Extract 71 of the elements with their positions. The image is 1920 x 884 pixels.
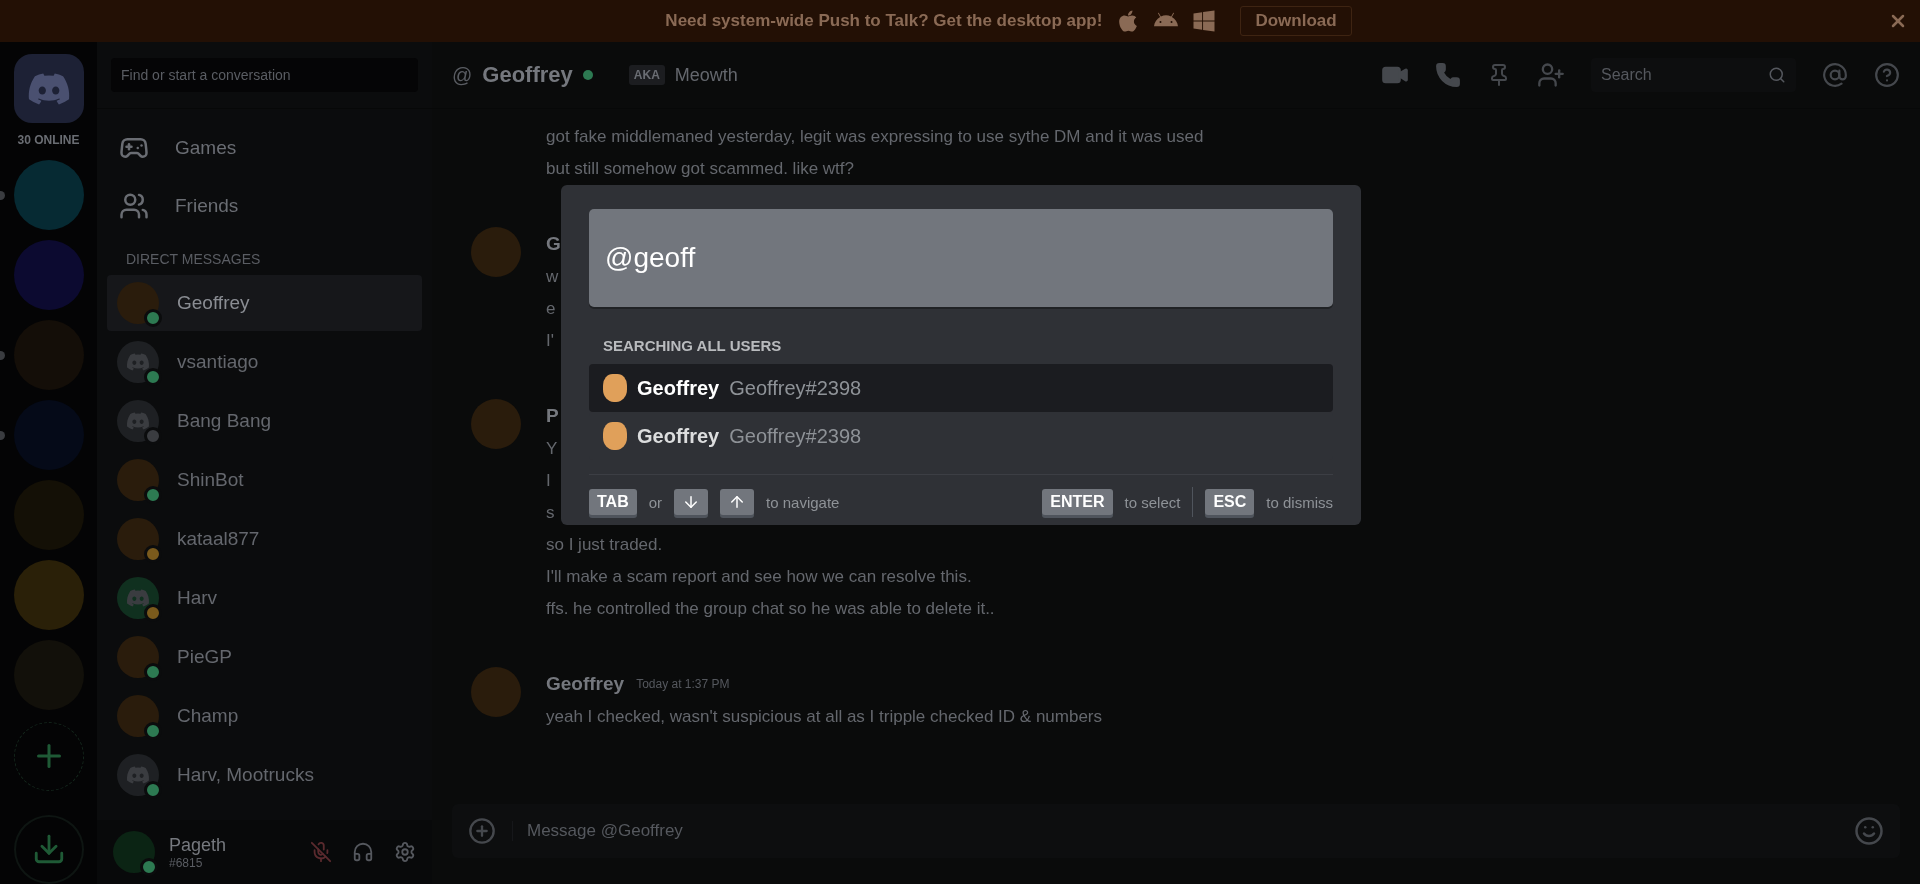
friends-icon bbox=[119, 191, 149, 221]
at-sign: @ bbox=[452, 63, 473, 87]
section-title: DIRECT MESSAGES bbox=[126, 251, 262, 267]
user-result[interactable]: Geoffrey Geoffrey#2398 bbox=[589, 364, 1333, 412]
conversation-item[interactable]: Geoffrey bbox=[107, 275, 422, 331]
user-tag: #6815 bbox=[169, 855, 227, 870]
hint-text: to dismiss bbox=[1266, 493, 1333, 511]
conversation-item[interactable]: ShinBot bbox=[107, 452, 422, 508]
online-dot bbox=[582, 70, 593, 80]
nav-item[interactable]: Games bbox=[97, 119, 432, 177]
result-avatar bbox=[603, 374, 627, 402]
message-composer[interactable]: Message @Geoffrey bbox=[452, 804, 1900, 858]
user-name: Pageth bbox=[169, 834, 227, 856]
download-apps-button[interactable] bbox=[13, 814, 84, 884]
message-text: w bbox=[546, 266, 559, 288]
phone-icon[interactable] bbox=[1435, 62, 1461, 88]
conversation-item[interactable]: kataal877 bbox=[107, 511, 422, 567]
online-count: 30 ONLINE bbox=[17, 133, 80, 148]
key-hint: ESC bbox=[1205, 489, 1255, 515]
aka-label: AKA bbox=[628, 65, 665, 85]
search-icon bbox=[1768, 66, 1786, 84]
message-text: yeah I checked, wasn't suspicious at all as I tripple checked ID & numbers bbox=[546, 706, 1103, 728]
message-text: ffs. he controlled the group chat so he was able to delete it.. bbox=[546, 598, 995, 620]
conversation-item[interactable]: Bang Bang bbox=[107, 393, 422, 449]
home-button[interactable] bbox=[13, 54, 84, 124]
key-hint: TAB bbox=[589, 489, 637, 515]
emoji-icon[interactable] bbox=[1854, 816, 1884, 846]
windows-logo-icon bbox=[1192, 9, 1217, 33]
header-search-field[interactable]: Search bbox=[1591, 58, 1796, 92]
add-user-icon[interactable] bbox=[1537, 61, 1565, 89]
hint-text: or bbox=[648, 493, 663, 511]
download-button[interactable]: Download bbox=[1240, 6, 1352, 36]
result-avatar bbox=[603, 422, 627, 450]
key-hint: ENTER bbox=[1042, 489, 1113, 515]
banner-text: Need system-wide Push to Talk? Get the desktop app! bbox=[665, 11, 1103, 31]
message-avatar bbox=[471, 399, 521, 449]
author-name: G bbox=[546, 233, 561, 255]
headphones-icon[interactable] bbox=[352, 841, 374, 863]
channel-title: Geoffrey bbox=[482, 62, 573, 88]
message-text: so I just traded. bbox=[546, 534, 663, 556]
message-text: Y bbox=[546, 438, 558, 460]
hint-text: to navigate bbox=[766, 493, 840, 511]
message-text: e bbox=[546, 298, 556, 320]
settings-icon[interactable] bbox=[394, 841, 416, 863]
conversation-item[interactable]: Champ bbox=[107, 688, 422, 744]
results-heading: SEARCHING ALL USERS bbox=[603, 337, 783, 354]
author-name: P bbox=[546, 405, 559, 427]
message-text: s bbox=[546, 502, 555, 524]
conversation-item[interactable]: PieGP bbox=[107, 629, 422, 685]
author-name: Geoffrey bbox=[546, 673, 625, 695]
message-text: got fake middlemaned yesterday, legit was expressing to use sythe DM and it was used bbox=[546, 126, 1204, 148]
microphone-icon[interactable] bbox=[310, 841, 332, 863]
message-text: I'll make a scam report and see how we can resolve this. bbox=[546, 566, 972, 588]
timestamp: Today at 1:37 PM bbox=[636, 677, 730, 691]
user-avatar bbox=[113, 831, 155, 873]
conversation-item[interactable]: Harv bbox=[107, 570, 422, 626]
message-avatar bbox=[471, 227, 521, 277]
conversation-finder-field[interactable]: Find or start a conversation bbox=[111, 58, 418, 92]
message-avatar bbox=[471, 667, 521, 717]
nav-item[interactable]: Friends bbox=[97, 177, 432, 235]
search-input-field[interactable]: @geoff bbox=[589, 209, 1333, 307]
hint-text: to select bbox=[1124, 493, 1181, 511]
conversation-item[interactable]: vsantiago bbox=[107, 334, 422, 390]
mentions-icon[interactable] bbox=[1822, 62, 1848, 88]
add-attachment-icon[interactable] bbox=[468, 817, 496, 845]
message-text: I' bbox=[546, 330, 554, 352]
message-text: I bbox=[546, 470, 551, 492]
conversation-item[interactable]: Harv, Mootrucks bbox=[107, 747, 422, 803]
help-icon[interactable] bbox=[1874, 62, 1900, 88]
nickname: Meowth bbox=[674, 64, 738, 86]
message-text: but still somehow got scammed. like wtf? bbox=[546, 158, 854, 180]
